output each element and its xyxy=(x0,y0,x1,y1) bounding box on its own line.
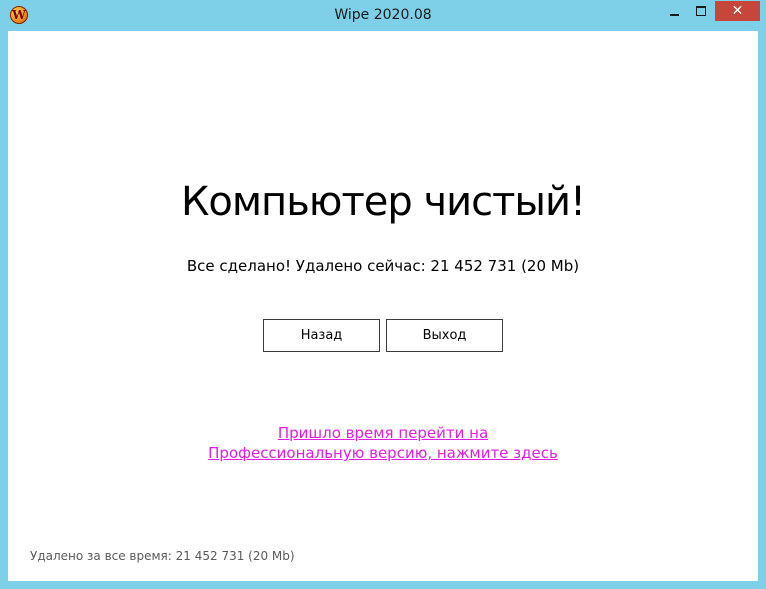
app-window: W Wipe 2020.08 ✕ Компьютер чистый! Все с… xyxy=(0,0,766,589)
window-title: Wipe 2020.08 xyxy=(334,7,432,23)
exit-button[interactable]: Выход xyxy=(386,319,503,352)
total-deleted-label: Удалено за все время: 21 452 731 (20 Mb) xyxy=(30,549,295,563)
close-icon: ✕ xyxy=(731,3,744,19)
maximize-button[interactable] xyxy=(688,1,715,21)
page-title: Компьютер чистый! xyxy=(181,179,586,225)
upgrade-link-line1[interactable]: Пришло время перейти на xyxy=(278,424,488,442)
upgrade-promo: Пришло время перейти на Профессиональную… xyxy=(8,423,758,463)
status-text: Все сделано! Удалено сейчас: 21 452 731 … xyxy=(186,257,580,275)
maximize-icon xyxy=(696,6,706,16)
title-bar[interactable]: W Wipe 2020.08 ✕ xyxy=(0,0,766,31)
minimize-button[interactable] xyxy=(661,1,688,21)
close-button[interactable]: ✕ xyxy=(715,1,760,21)
upgrade-link-line2[interactable]: Профессиональную версию, нажмите здесь xyxy=(208,444,558,462)
back-button[interactable]: Назад xyxy=(263,319,380,352)
client-area: Компьютер чистый! Все сделано! Удалено с… xyxy=(8,31,758,581)
minimize-icon xyxy=(670,14,679,16)
